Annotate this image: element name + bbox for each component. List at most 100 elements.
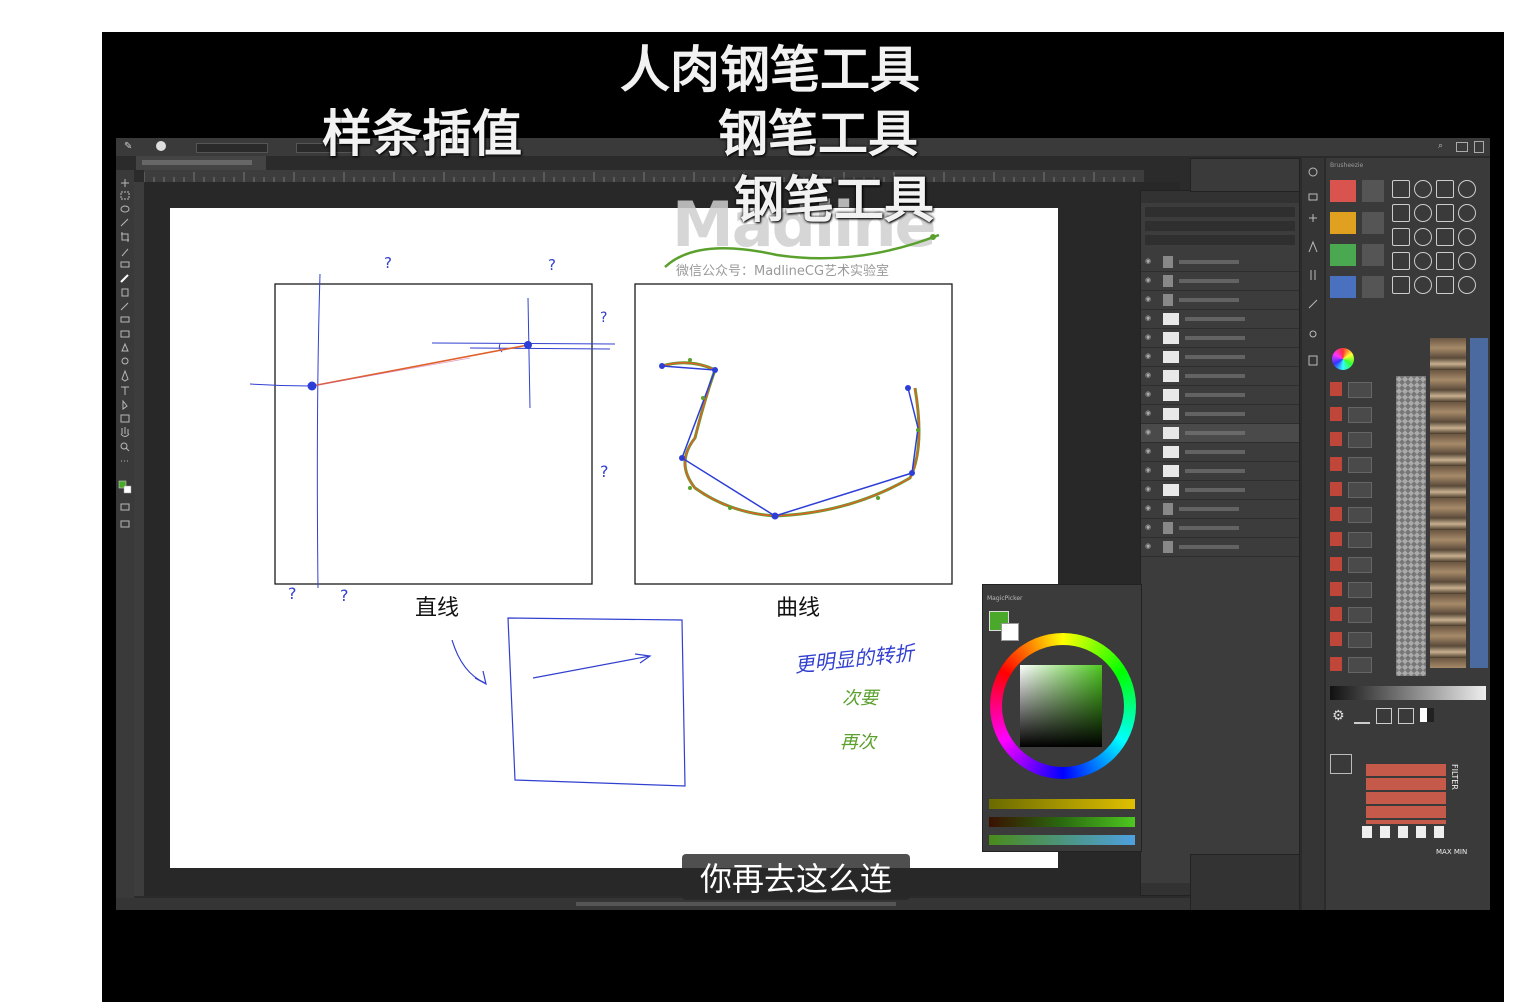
curves-icon[interactable] <box>1376 708 1392 724</box>
layer-row[interactable]: ◉ <box>1141 310 1299 329</box>
brush-preset-icon[interactable] <box>1458 228 1476 246</box>
levels-icon[interactable] <box>1398 708 1414 724</box>
eye-icon[interactable]: ◉ <box>1145 447 1157 457</box>
zoom-icon[interactable] <box>120 442 130 452</box>
lock-row[interactable] <box>1145 235 1295 245</box>
previous-color-swatch[interactable] <box>1001 623 1019 641</box>
saturation-value-square[interactable] <box>1020 665 1102 747</box>
workspace-icon[interactable] <box>1456 142 1468 152</box>
eye-icon[interactable]: ◉ <box>1145 409 1157 419</box>
brush-settings-icon[interactable] <box>1308 299 1318 309</box>
eye-icon[interactable]: ◉ <box>1145 542 1157 552</box>
eye-icon[interactable]: ◉ <box>1145 504 1157 514</box>
eye-icon[interactable]: ◉ <box>1145 371 1157 381</box>
layer-row[interactable]: ◉ <box>1141 348 1299 367</box>
hand-icon[interactable] <box>120 427 130 437</box>
brush-size-button[interactable] <box>1362 244 1384 266</box>
brush-preset-icon[interactable] <box>1436 252 1454 270</box>
brush-category-swatch[interactable] <box>1330 244 1356 266</box>
numbered-brush-row[interactable] <box>1330 455 1394 473</box>
shape-icon[interactable] <box>120 414 130 423</box>
layer-row[interactable]: ◉ <box>1141 291 1299 310</box>
brush-size-button[interactable] <box>1362 276 1384 298</box>
layer-row[interactable]: ◉ <box>1141 329 1299 348</box>
background-color-swatch[interactable] <box>123 485 132 494</box>
move-icon[interactable] <box>121 179 129 187</box>
layer-filter-row[interactable] <box>1145 207 1295 217</box>
brush-tool-icon[interactable] <box>120 274 129 283</box>
marquee-icon[interactable] <box>120 191 130 200</box>
brush-preset-icon[interactable] <box>1414 252 1432 270</box>
brush-preset-dot[interactable] <box>156 141 166 151</box>
share-icon[interactable] <box>1474 141 1484 153</box>
color-wheel-icon[interactable] <box>1332 348 1354 370</box>
layer-row[interactable]: ◉ <box>1141 367 1299 386</box>
numbered-brush-row[interactable] <box>1330 530 1394 548</box>
brush-preset-icon[interactable] <box>1392 204 1410 222</box>
filter-grid[interactable] <box>1366 764 1446 824</box>
eraser-icon[interactable] <box>120 316 130 323</box>
mode-select[interactable] <box>196 143 268 153</box>
numbered-brush-row[interactable] <box>1330 430 1394 448</box>
layer-row[interactable]: ◉ <box>1141 500 1299 519</box>
bw-icon[interactable] <box>1420 708 1434 722</box>
eye-icon[interactable]: ◉ <box>1145 466 1157 476</box>
notes-icon[interactable] <box>1308 355 1318 366</box>
layer-row[interactable]: ◉ <box>1141 481 1299 500</box>
brush-preset-icon[interactable] <box>1392 276 1410 294</box>
brush-preset-icon[interactable] <box>1392 228 1410 246</box>
brush-category-swatch[interactable] <box>1330 276 1356 298</box>
stamp-icon[interactable] <box>121 288 129 297</box>
brush-preset-icon[interactable] <box>1458 252 1476 270</box>
eye-icon[interactable]: ◉ <box>1145 314 1157 324</box>
layer-row[interactable]: ◉ <box>1141 253 1299 272</box>
layer-row[interactable]: ◉ <box>1141 443 1299 462</box>
layer-row[interactable]: ◉ <box>1141 405 1299 424</box>
numbered-brush-row[interactable] <box>1330 480 1394 498</box>
numbered-brush-row[interactable] <box>1330 580 1394 598</box>
eye-icon[interactable]: ◉ <box>1145 428 1157 438</box>
numbered-brush-row[interactable] <box>1330 380 1394 398</box>
brush-preset-icon[interactable] <box>1414 228 1432 246</box>
blend-mode-row[interactable] <box>1145 221 1295 231</box>
layer-row[interactable]: ◉ <box>1141 538 1299 557</box>
brush-preset-icon[interactable] <box>1392 252 1410 270</box>
brush-preset-icon[interactable] <box>1458 180 1476 198</box>
brush-icon[interactable]: ✎ <box>124 141 132 152</box>
numbered-brush-row[interactable] <box>1330 630 1394 648</box>
brush-preset-icon[interactable] <box>1392 180 1410 198</box>
layer-row[interactable]: ◉ <box>1141 272 1299 291</box>
eyedropper-icon[interactable] <box>121 248 129 257</box>
eye-icon[interactable]: ◉ <box>1145 352 1157 362</box>
slider-saturation[interactable] <box>989 817 1135 827</box>
path-select-icon[interactable] <box>122 399 128 410</box>
horizontal-scrollbar[interactable] <box>576 902 896 906</box>
eye-icon[interactable]: ◉ <box>1145 485 1157 495</box>
healing-icon[interactable] <box>120 261 130 268</box>
document-tab[interactable] <box>136 156 266 170</box>
blur-icon[interactable] <box>121 342 129 352</box>
brush-preset-icon[interactable] <box>1436 204 1454 222</box>
crop-icon[interactable] <box>121 232 129 242</box>
numbered-brush-row[interactable] <box>1330 655 1394 673</box>
pen-icon[interactable] <box>121 369 129 382</box>
slider-hue[interactable] <box>989 799 1135 809</box>
brush-preset-icon[interactable] <box>1436 180 1454 198</box>
brush-size-button[interactable] <box>1362 212 1384 234</box>
dodge-icon[interactable] <box>121 357 129 365</box>
layer-row[interactable]: ◉ <box>1141 519 1299 538</box>
character-icon[interactable] <box>1308 240 1318 253</box>
swatches-icon[interactable] <box>1308 193 1318 201</box>
brush-category-swatch[interactable] <box>1330 180 1356 202</box>
screen-mode-icon[interactable] <box>120 520 130 528</box>
history-brush-icon[interactable] <box>120 302 129 311</box>
layer-btn[interactable] <box>1330 754 1352 774</box>
layer-row[interactable]: ◉ <box>1141 424 1299 443</box>
eye-icon[interactable]: ◉ <box>1145 523 1157 533</box>
numbered-brush-row[interactable] <box>1330 505 1394 523</box>
numbered-brush-row[interactable] <box>1330 405 1394 423</box>
eye-icon[interactable]: ◉ <box>1145 390 1157 400</box>
quick-mask-icon[interactable] <box>120 503 130 511</box>
paragraph-icon[interactable] <box>1310 270 1316 280</box>
document-canvas[interactable]: 直线 曲线 ? ? ? ? ? ? 更明显的转折 次要 再次 <box>170 208 1058 868</box>
